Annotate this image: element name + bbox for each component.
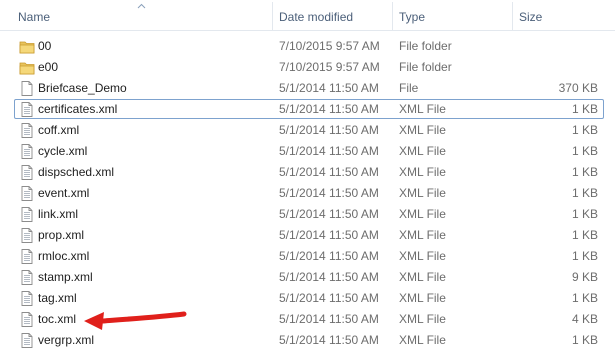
file-name: coff.xml (38, 123, 80, 137)
file-name: dispsched.xml (38, 165, 115, 179)
folder-icon (19, 38, 35, 55)
file-row[interactable]: certificates.xml 5/1/2014 11:50 AM XML Fil… (0, 99, 615, 120)
xml-file-icon (19, 101, 35, 118)
folder-icon (19, 59, 35, 76)
file-size: 1 KB (571, 228, 598, 242)
file-date-modified: 5/1/2014 11:50 AM (279, 207, 379, 221)
file-row[interactable]: link.xml 5/1/2014 11:50 AM XML File 1 KB (0, 204, 615, 225)
file-type: XML File (399, 123, 446, 137)
xml-file-icon (19, 248, 35, 265)
file-row[interactable]: 00 7/10/2015 9:57 AM File folder (0, 36, 615, 57)
file-date-modified: 5/1/2014 11:50 AM (279, 291, 379, 305)
file-date-modified: 5/1/2014 11:50 AM (279, 123, 379, 137)
xml-file-icon (19, 143, 35, 160)
xml-file-icon (19, 122, 35, 139)
file-name: e00 (38, 60, 59, 74)
file-name: Briefcase_Demo (38, 81, 127, 95)
file-name: certificates.xml (38, 102, 118, 116)
column-header-type[interactable]: Type (399, 0, 425, 30)
file-size: 370 KB (558, 81, 598, 95)
file-date-modified: 5/1/2014 11:50 AM (279, 312, 379, 326)
file-type: XML File (399, 102, 446, 116)
file-type: XML File (399, 312, 446, 326)
file-size: 1 KB (571, 249, 598, 263)
file-date-modified: 5/1/2014 11:50 AM (279, 81, 379, 95)
column-header-bar: Name Date modified Type Size (0, 0, 615, 31)
file-date-modified: 5/1/2014 11:50 AM (279, 270, 379, 284)
column-divider[interactable] (272, 2, 273, 30)
sort-ascending-icon (137, 3, 146, 9)
file-name: stamp.xml (38, 270, 93, 284)
file-name: 00 (38, 39, 52, 53)
file-size: 1 KB (571, 165, 598, 179)
file-date-modified: 7/10/2015 9:57 AM (279, 39, 380, 53)
file-name: prop.xml (38, 228, 85, 242)
file-name: tag.xml (38, 291, 77, 305)
file-size: 1 KB (571, 144, 598, 158)
file-type: XML File (399, 270, 446, 284)
file-size: 1 KB (571, 186, 598, 200)
file-name: link.xml (38, 207, 79, 221)
file-name: vergrp.xml (38, 333, 95, 347)
file-type: XML File (399, 228, 446, 242)
file-size: 1 KB (571, 102, 598, 116)
file-name: event.xml (38, 186, 90, 200)
file-date-modified: 5/1/2014 11:50 AM (279, 102, 379, 116)
file-type: File folder (399, 60, 452, 74)
column-header-name[interactable]: Name (18, 0, 50, 30)
file-type: XML File (399, 186, 446, 200)
file-date-modified: 5/1/2014 11:50 AM (279, 228, 379, 242)
column-divider[interactable] (512, 2, 513, 30)
file-row[interactable]: cycle.xml 5/1/2014 11:50 AM XML File 1 KB (0, 141, 615, 162)
file-row[interactable]: dispsched.xml 5/1/2014 11:50 AM XML File 1 … (0, 162, 615, 183)
xml-file-icon (19, 185, 35, 202)
file-type: XML File (399, 291, 446, 305)
xml-file-icon (19, 269, 35, 286)
file-row[interactable]: rmloc.xml 5/1/2014 11:50 AM XML File 1 KB (0, 246, 615, 267)
file-type: XML File (399, 333, 446, 347)
file-row[interactable]: e00 7/10/2015 9:57 AM File folder (0, 57, 615, 78)
file-type: File folder (399, 39, 452, 53)
file-size: 1 KB (571, 123, 598, 137)
file-date-modified: 5/1/2014 11:50 AM (279, 186, 379, 200)
xml-file-icon (19, 206, 35, 223)
file-row[interactable]: stamp.xml 5/1/2014 11:50 AM XML File 9 KB (0, 267, 615, 288)
file-row[interactable]: vergrp.xml 5/1/2014 11:50 AM XML File 1 KB (0, 330, 615, 351)
column-header-size[interactable]: Size (519, 0, 542, 30)
file-date-modified: 7/10/2015 9:57 AM (279, 60, 380, 74)
file-size: 1 KB (571, 207, 598, 221)
file-row[interactable]: coff.xml 5/1/2014 11:50 AM XML File 1 KB (0, 120, 615, 141)
xml-file-icon (19, 290, 35, 307)
file-date-modified: 5/1/2014 11:50 AM (279, 165, 379, 179)
file-row[interactable]: tag.xml 5/1/2014 11:50 AM XML File 1 KB (0, 288, 615, 309)
column-header-date-modified[interactable]: Date modified (279, 0, 353, 30)
file-type: XML File (399, 249, 446, 263)
file-row[interactable]: toc.xml 5/1/2014 11:50 AM XML File 4 KB (0, 309, 615, 330)
xml-file-icon (19, 311, 35, 328)
file-row[interactable]: Briefcase_Demo 5/1/2014 11:50 AM File 370 K… (0, 78, 615, 99)
file-name: rmloc.xml (38, 249, 90, 263)
column-divider[interactable] (392, 2, 393, 30)
file-icon (19, 80, 35, 97)
xml-file-icon (19, 332, 35, 349)
file-size: 1 KB (571, 291, 598, 305)
file-date-modified: 5/1/2014 11:50 AM (279, 249, 379, 263)
file-name: cycle.xml (38, 144, 88, 158)
file-size: 4 KB (571, 312, 598, 326)
file-list: 00 7/10/2015 9:57 AM File folder e00 7/10/20… (0, 36, 615, 351)
file-size: 1 KB (571, 333, 598, 347)
xml-file-icon (19, 227, 35, 244)
file-name: toc.xml (38, 312, 77, 326)
file-date-modified: 5/1/2014 11:50 AM (279, 333, 379, 347)
file-row[interactable]: event.xml 5/1/2014 11:50 AM XML File 1 KB (0, 183, 615, 204)
file-size: 9 KB (571, 270, 598, 284)
file-date-modified: 5/1/2014 11:50 AM (279, 144, 379, 158)
file-explorer: Name Date modified Type Size 00 7/10/2015… (0, 0, 615, 364)
file-type: File (399, 81, 419, 95)
xml-file-icon (19, 164, 35, 181)
file-type: XML File (399, 144, 446, 158)
file-type: XML File (399, 165, 446, 179)
file-row[interactable]: prop.xml 5/1/2014 11:50 AM XML File 1 KB (0, 225, 615, 246)
file-type: XML File (399, 207, 446, 221)
